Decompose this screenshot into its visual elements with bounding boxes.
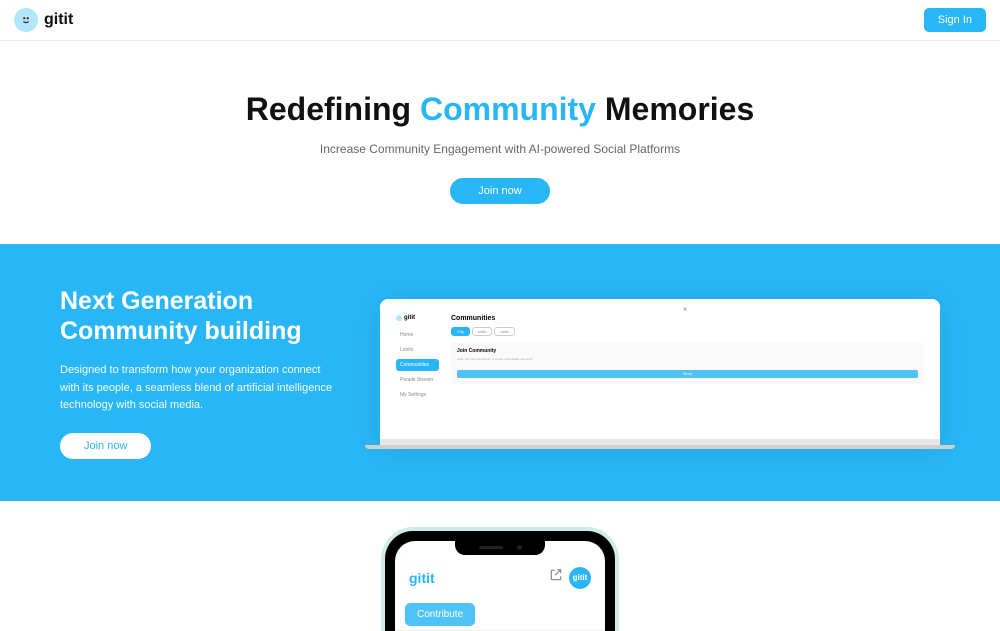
feature-title: Next Generation Community building <box>60 286 340 346</box>
brand-logo[interactable]: gitit <box>14 8 73 32</box>
phone-mockup-avatar: gitit <box>569 567 591 589</box>
phone-mockup-brand: gitit <box>409 570 435 586</box>
mockup-chip: usifo <box>472 327 492 336</box>
mockup-card-text: usifo. Join the community to create memo… <box>457 357 918 361</box>
brand-name: gitit <box>44 11 73 29</box>
hero-subtitle: Increase Community Engagement with AI-po… <box>20 142 980 156</box>
hero-title: Redefining Community Memories <box>20 91 980 128</box>
mockup-nav-item: Communities <box>396 359 439 371</box>
join-now-button[interactable]: Join now <box>450 178 549 204</box>
mockup-chip: usifo <box>494 327 514 336</box>
mockup-card-title: Join Community <box>457 348 918 354</box>
signin-button[interactable]: Sign In <box>924 8 986 32</box>
mockup-sidebar: gitit Home Looks Communities People Stream M… <box>390 309 445 429</box>
mockup-main: × Communities Cityusifousifo Join Commun… <box>445 309 930 429</box>
laptop-mockup-illustration: gitit Home Looks Communities People Stream M… <box>380 299 940 445</box>
mockup-chip: City <box>451 327 470 336</box>
mockup-nav-item: People Stream <box>396 374 439 386</box>
phone-section: gitit gitit Contribute <box>0 501 1000 631</box>
mockup-heading: Communities <box>451 315 924 322</box>
hero-section: Redefining Community Memories Increase C… <box>0 41 1000 244</box>
feature-join-button[interactable]: Join now <box>60 433 151 459</box>
smiley-icon <box>14 8 38 32</box>
mockup-brand: gitit <box>404 315 415 321</box>
hero-title-pre: Redefining <box>246 91 420 127</box>
phone-mockup-illustration: gitit gitit Contribute <box>385 531 615 631</box>
feature-section: Next Generation Community building Desig… <box>0 244 1000 501</box>
topbar: gitit Sign In <box>0 0 1000 41</box>
hero-title-accent: Community <box>420 91 596 127</box>
mockup-card-button: Send <box>457 370 918 378</box>
phone-mockup-contribute-tab: Contribute <box>405 603 475 626</box>
feature-description: Designed to transform how your organizat… <box>60 362 340 415</box>
share-icon <box>549 568 563 587</box>
mockup-nav-item: Home <box>396 329 439 341</box>
mockup-nav-item: Looks <box>396 344 439 356</box>
mockup-nav-item: My Settings <box>396 389 439 401</box>
hero-title-post: Memories <box>596 91 754 127</box>
feature-text-block: Next Generation Community building Desig… <box>60 286 340 459</box>
close-icon: × <box>683 305 688 314</box>
